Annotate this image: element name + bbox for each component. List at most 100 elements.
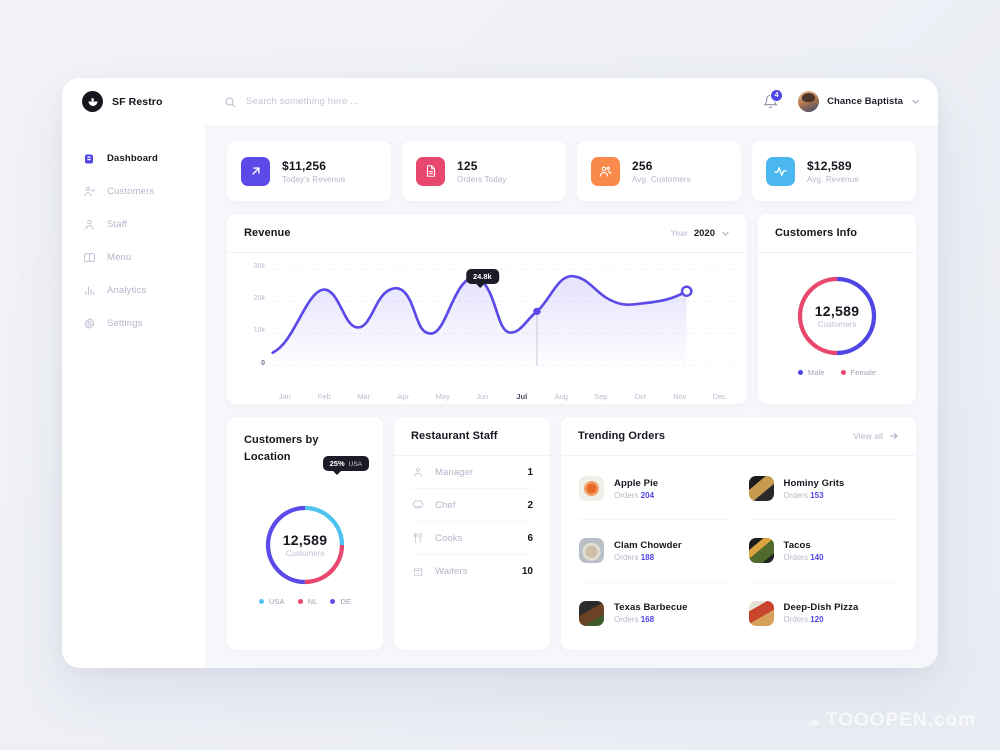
sidebar-item-customers[interactable]: Customers (62, 175, 205, 208)
x-tick-feb: Feb (317, 392, 331, 401)
sidebar: Dashboard Customers Staff Menu Analytics… (62, 125, 205, 668)
legend-item-male[interactable]: Male (797, 368, 825, 377)
orders-word: Orders (783, 615, 808, 625)
sidebar-item-label: Settings (107, 318, 143, 329)
legend-item-de[interactable]: DE (330, 597, 351, 606)
sidebar-item-analytics[interactable]: Analytics (62, 274, 205, 307)
location-total: 12,589 (282, 531, 328, 548)
food-thumbnail (748, 600, 774, 626)
gender-donut-chart[interactable]: 12,589 Customers (794, 273, 880, 359)
stat-card-orders-today[interactable]: 125 Orders Today (402, 141, 566, 201)
orders-word: Orders (783, 552, 808, 562)
order-name: Deep-Dish Pizza (783, 602, 859, 614)
legend-label: USA (268, 596, 285, 606)
list-item[interactable]: Texas Barbecue Orders 168 (579, 583, 729, 644)
list-item[interactable]: Tacos Orders 140 (748, 520, 898, 583)
x-tick-aug: Aug (554, 392, 568, 401)
x-tick-dec: Dec (712, 392, 726, 401)
staff-role: Chef (435, 499, 456, 511)
notifications-button[interactable]: 4 (763, 89, 784, 109)
chevron-down-icon[interactable] (721, 229, 730, 238)
sidebar-item-label: Customers (107, 186, 155, 197)
watermark: ☁ TOOOPEN.com (807, 710, 976, 732)
sidebar-item-dashboard[interactable]: Dashboard (62, 142, 205, 175)
order-count: Orders 140 (784, 553, 824, 562)
middle-row: Revenue Year 2020 30k 20k 10k 0 24.8k Ja… (227, 214, 916, 404)
analytics-bars-icon (82, 284, 96, 297)
trending-orders-grid: Apple Pie Orders 204 Hominy Grits Orders… (561, 456, 916, 650)
customers-info-header: Customers Info (758, 214, 916, 253)
revenue-card: Revenue Year 2020 30k 20k 10k 0 24.8k Ja… (227, 214, 747, 404)
staff-card-header: Restaurant Staff (394, 417, 550, 456)
location-card-header: Customers by Location 25% USA (227, 417, 383, 475)
list-item[interactable]: Clam Chowder Orders 188 (579, 520, 729, 583)
list-item[interactable]: Apple Pie Orders 204 (579, 458, 729, 521)
restaurant-staff-card: Restaurant Staff Manager 1 Chef 2 Cooks … (394, 417, 550, 650)
stat-card-todays-revenue[interactable]: $11,256 Today's Revenue (227, 141, 391, 201)
sidebar-item-staff[interactable]: Staff (62, 208, 205, 241)
menu-book-icon (82, 251, 96, 264)
year-label: Year (670, 228, 688, 238)
stat-card-avg-revenue[interactable]: $12,589 Avg. Revenue (752, 141, 916, 201)
staff-row-chef[interactable]: Chef 2 (411, 489, 533, 522)
staff-role: Waiters (435, 566, 468, 577)
order-name: Apple Pie (614, 477, 659, 489)
chevron-down-icon[interactable] (911, 97, 920, 106)
orders-word: Orders (614, 552, 639, 562)
legend-item-female[interactable]: Female (840, 368, 877, 377)
order-count: Orders 153 (784, 491, 845, 500)
x-tick-nov: Nov (673, 392, 687, 401)
x-tick-jul: Jul (516, 392, 528, 401)
chef-hat-icon (411, 499, 424, 511)
list-item[interactable]: Hominy Grits Orders 153 (748, 458, 898, 521)
trending-orders-header: Trending Orders View all (561, 417, 916, 456)
staff-count: 10 (521, 566, 533, 577)
staff-count: 1 (527, 466, 533, 478)
legend-item-nl[interactable]: NL (297, 596, 318, 606)
list-item[interactable]: Deep-Dish Pizza Orders 120 (748, 583, 899, 644)
location-donut-chart[interactable]: 12,589 Customers (262, 502, 348, 588)
x-tick-jun: Jun (476, 392, 489, 401)
search-input[interactable] (246, 96, 476, 107)
staff-list: Manager 1 Chef 2 Cooks 6 Waiters 10 (394, 456, 550, 650)
year-selector[interactable]: Year 2020 (671, 228, 730, 239)
gear-icon (82, 317, 96, 330)
legend-item-usa[interactable]: USA (258, 596, 285, 606)
dashboard-icon (82, 153, 96, 165)
orders-number: 140 (810, 552, 824, 562)
search-bar[interactable] (224, 96, 763, 108)
gender-legend: Male Female (797, 359, 877, 388)
staff-row-waiters[interactable]: Waiters 10 (411, 555, 533, 588)
sidebar-item-settings[interactable]: Settings (62, 307, 205, 340)
legend-label: NL (307, 596, 318, 606)
avatar (798, 91, 820, 112)
revenue-line-chart[interactable]: 30k 20k 10k 0 24.8k Jan Feb Mar Apr May … (227, 253, 747, 404)
customers-info-title: Customers Info (775, 227, 858, 239)
customers-by-location-card: Customers by Location 25% USA 12,589 Cus… (227, 417, 383, 650)
sidebar-item-menu[interactable]: Menu (62, 241, 205, 274)
order-count: Orders 120 (784, 615, 859, 624)
orders-word: Orders (783, 490, 808, 500)
brand[interactable]: SF Restro (82, 91, 205, 112)
legend-dot-icon (840, 370, 846, 375)
legend-dot-icon (330, 598, 336, 604)
legend-label: Female (850, 368, 877, 377)
top-bar-actions: 4 Chance Baptista (763, 89, 920, 112)
view-all-button[interactable]: View all (853, 431, 899, 441)
customers-total: 12,589 (814, 303, 860, 319)
stat-label: Avg. Customers (632, 174, 691, 184)
x-tick-apr: Apr (397, 392, 410, 401)
stat-card-avg-customers[interactable]: 256 Avg. Customers (577, 141, 741, 201)
watermark-text: TOOOPEN.com (825, 710, 976, 731)
staff-row-manager[interactable]: Manager 1 (411, 456, 533, 489)
app-window: SF Restro 4 Chan (62, 78, 938, 668)
stat-label: Orders Today (457, 174, 507, 184)
customers-info-card: Customers Info 12,589 Customers Male Fem… (758, 214, 916, 404)
staff-row-cooks[interactable]: Cooks 6 (411, 522, 533, 555)
user-menu[interactable]: Chance Baptista (798, 91, 920, 112)
user-name: Chance Baptista (827, 96, 903, 107)
trending-orders-card: Trending Orders View all Apple Pie Order… (561, 417, 916, 650)
gender-donut-center: 12,589 Customers (794, 273, 880, 359)
x-tick-mar: Mar (357, 392, 371, 401)
legend-label: Male (807, 368, 825, 377)
